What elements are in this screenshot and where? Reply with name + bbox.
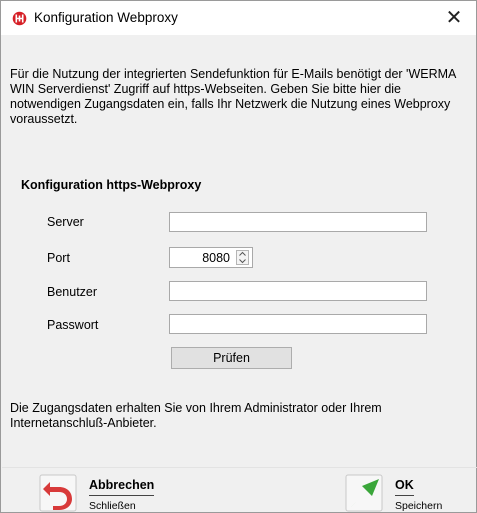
cancel-title: Abbrechen bbox=[89, 478, 155, 496]
password-label: Passwort bbox=[47, 318, 99, 332]
spin-down-icon[interactable] bbox=[237, 258, 248, 264]
intro-text: Für die Nutzung der integrierten Sendefu… bbox=[10, 67, 456, 126]
window-title: Konfiguration Webproxy bbox=[34, 10, 178, 25]
server-input[interactable] bbox=[169, 212, 427, 232]
close-button[interactable]: ✕ bbox=[441, 6, 467, 30]
section-title: Konfiguration https-Webproxy bbox=[21, 178, 202, 192]
server-label: Server bbox=[47, 215, 84, 229]
title-bar[interactable]: Konfiguration Webproxy ✕ bbox=[1, 1, 476, 35]
cancel-subtitle: Schließen bbox=[89, 500, 136, 512]
user-input[interactable] bbox=[169, 281, 427, 301]
webproxy-dialog: Konfiguration Webproxy ✕ Für die Nutzung… bbox=[0, 0, 477, 513]
close-icon: ✕ bbox=[445, 7, 463, 29]
password-input[interactable] bbox=[169, 314, 427, 334]
footer-divider bbox=[2, 467, 477, 468]
port-value: 8080 bbox=[202, 251, 230, 265]
user-label: Benutzer bbox=[47, 285, 98, 299]
port-spinner[interactable] bbox=[236, 250, 249, 265]
cancel-button[interactable]: Abbrechen Schließen bbox=[39, 473, 189, 513]
ok-title: OK bbox=[395, 478, 414, 496]
spin-up-icon[interactable] bbox=[237, 251, 248, 257]
ok-button[interactable]: OK Speichern bbox=[345, 473, 465, 513]
werma-logo-icon bbox=[12, 11, 27, 26]
check-arrow-icon bbox=[345, 474, 383, 512]
note-text: Die Zugangsdaten erhalten Sie von Ihrem … bbox=[10, 401, 382, 430]
check-button[interactable]: Prüfen bbox=[171, 347, 292, 369]
port-label: Port bbox=[47, 251, 70, 265]
port-stepper[interactable]: 8080 bbox=[169, 247, 253, 268]
ok-subtitle: Speichern bbox=[395, 500, 443, 512]
undo-arrow-icon bbox=[39, 474, 77, 512]
